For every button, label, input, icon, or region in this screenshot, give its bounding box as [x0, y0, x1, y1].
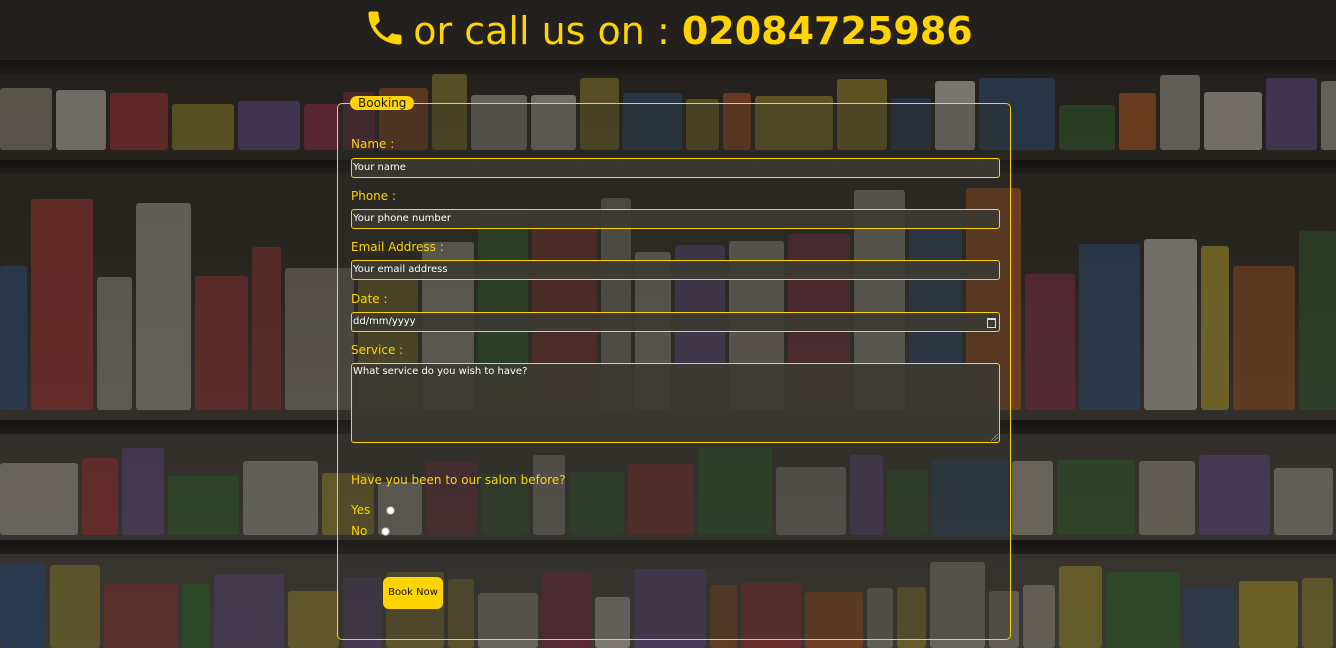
call-us-header: or call us on : 02084725986 [0, 4, 1336, 58]
calendar-icon[interactable] [987, 318, 996, 328]
name-input[interactable]: Your name [351, 158, 1000, 178]
book-now-button[interactable]: Book Now [383, 577, 443, 609]
service-label: Service : [351, 343, 404, 357]
radio-label-no: No [351, 524, 368, 538]
radio-yes[interactable] [386, 506, 395, 515]
name-label: Name : [351, 137, 395, 151]
service-textarea[interactable]: What service do you wish to have? [351, 363, 1000, 443]
radio-label-yes: Yes [351, 503, 371, 517]
phone-label: Phone : [351, 189, 397, 203]
call-us-text: or call us on : [413, 9, 670, 53]
booking-legend: Booking [350, 96, 415, 110]
radio-no[interactable] [381, 527, 390, 536]
email-label: Email Address : [351, 240, 444, 254]
date-input[interactable]: dd/mm/yyyy [351, 312, 1000, 332]
phone-number-link[interactable]: 02084725986 [682, 9, 973, 53]
date-placeholder: dd/mm/yyyy [353, 316, 416, 327]
resize-handle[interactable] [991, 434, 998, 441]
service-placeholder: What service do you wish to have? [353, 366, 528, 377]
phone-icon [368, 11, 402, 45]
date-label: Date : [351, 292, 388, 306]
phone-input[interactable]: Your phone number [351, 209, 1000, 229]
email-input[interactable]: Your email address [351, 260, 1000, 280]
booking-form: Booking Name : Your name Phone : Your ph… [337, 96, 1011, 640]
visited-question: Have you been to our salon before? [351, 473, 566, 487]
